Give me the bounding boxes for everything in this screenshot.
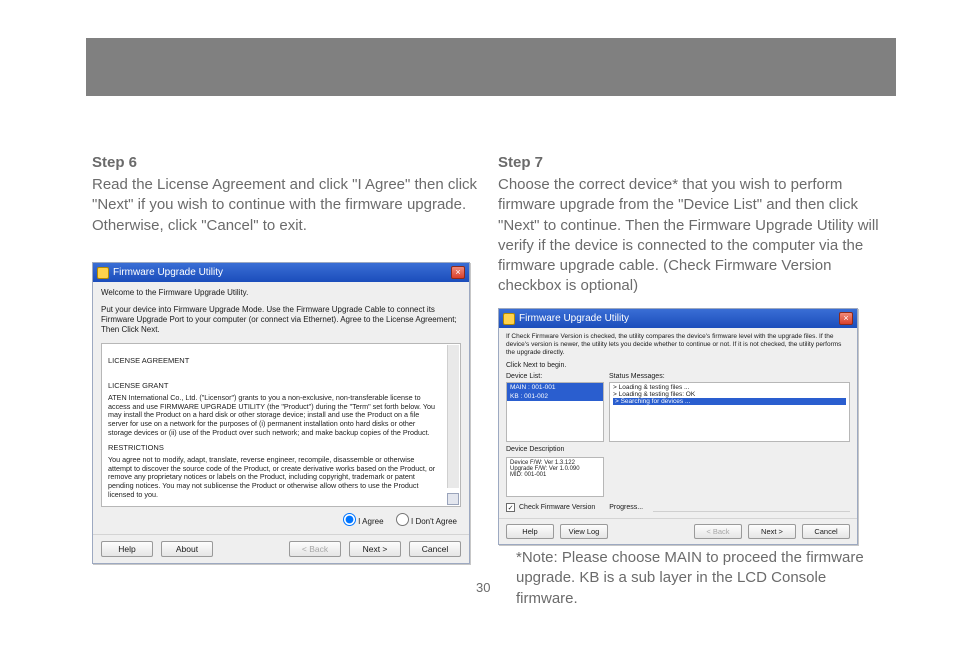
back-button: < Back <box>289 541 341 557</box>
app-icon <box>97 267 109 279</box>
step7-heading: Step 7 <box>498 154 898 171</box>
dialog1-button-row: Help About < Back Next > Cancel <box>93 534 469 563</box>
next-button[interactable]: Next > <box>748 524 796 539</box>
left-column: Step 6 Read the License Agreement and cl… <box>92 154 492 236</box>
page-header-bar <box>86 38 896 96</box>
license-grant-text: ATEN International Co., Ltd. ("Licensor"… <box>108 394 454 437</box>
page-number: 30 <box>476 580 490 595</box>
cancel-button[interactable]: Cancel <box>409 541 461 557</box>
dialog1-titlebar: Firmware Upgrade Utility × <box>93 263 469 282</box>
step7-paragraph: Choose the correct device* that you wish… <box>498 175 898 297</box>
scroll-down-icon[interactable] <box>447 493 459 505</box>
license-textbox[interactable]: LICENSE AGREEMENT LICENSE GRANT ATEN Int… <box>101 343 461 507</box>
firmware-upgrade-dialog-devices: Firmware Upgrade Utility × If Check Firm… <box>498 308 858 545</box>
step7-note: *Note: Please choose MAIN to proceed the… <box>516 548 876 609</box>
back-button: < Back <box>694 524 742 539</box>
device-item-kb[interactable]: KB : 001-002 <box>507 392 603 401</box>
radio-i-agree[interactable]: I Agree <box>343 517 384 526</box>
right-column: Step 7 Choose the correct device* that y… <box>498 154 898 297</box>
help-button[interactable]: Help <box>101 541 153 557</box>
step6-heading: Step 6 <box>92 154 492 171</box>
device-item-main[interactable]: MAIN : 001-001 <box>507 383 603 392</box>
view-log-button[interactable]: View Log <box>560 524 608 539</box>
scrollbar-track[interactable] <box>447 345 459 488</box>
check-firmware-checkbox[interactable]: ✓ <box>506 503 515 512</box>
cancel-button[interactable]: Cancel <box>802 524 850 539</box>
status-messages-label: Status Messages: <box>609 373 850 380</box>
about-button[interactable]: About <box>161 541 213 557</box>
welcome-text: Welcome to the Firmware Upgrade Utility. <box>101 288 461 297</box>
progress-bar <box>653 511 850 512</box>
status-line-1: > Loading & testing files ... <box>613 384 846 391</box>
license-heading-grant: LICENSE GRANT <box>108 381 454 390</box>
license-restrictions-text: You agree not to modify, adapt, translat… <box>108 456 454 499</box>
progress-label: Progress... <box>609 504 643 511</box>
close-icon[interactable]: × <box>839 312 853 325</box>
firmware-upgrade-dialog-license: Firmware Upgrade Utility × Welcome to th… <box>92 262 470 564</box>
app-icon <box>503 313 515 325</box>
dialog2-button-row: Help View Log < Back Next > Cancel <box>499 518 857 544</box>
dialog2-title: Firmware Upgrade Utility <box>519 313 629 324</box>
close-icon[interactable]: × <box>451 266 465 279</box>
dialog2-click-next: Click Next to begin. <box>506 362 850 369</box>
device-description-label: Device Description <box>506 446 604 453</box>
instruction-text: Put your device into Firmware Upgrade Mo… <box>101 305 461 335</box>
dialog1-title: Firmware Upgrade Utility <box>113 267 223 278</box>
radio-i-dont-agree[interactable]: I Don't Agree <box>396 517 457 526</box>
desc-mid: MID: 001-001 <box>510 472 600 478</box>
license-heading-agreement: LICENSE AGREEMENT <box>108 356 454 365</box>
status-line-3: > Searching for devices ... <box>613 398 846 405</box>
help-button[interactable]: Help <box>506 524 554 539</box>
check-firmware-label: Check Firmware Version <box>519 504 595 511</box>
next-button[interactable]: Next > <box>349 541 401 557</box>
device-listbox[interactable]: MAIN : 001-001 KB : 001-002 <box>506 382 604 442</box>
dialog2-titlebar: Firmware Upgrade Utility × <box>499 309 857 328</box>
agree-radio-group: I Agree I Don't Agree <box>101 513 457 526</box>
status-messages-box[interactable]: > Loading & testing files ... > Loading … <box>609 382 850 442</box>
status-line-2: > Loading & testing files: OK <box>613 391 846 398</box>
device-list-label: Device List: <box>506 373 604 380</box>
device-description-box: Device F/W: Ver 1.3.122 Upgrade F/W: Ver… <box>506 457 604 497</box>
step6-paragraph: Read the License Agreement and click "I … <box>92 175 492 236</box>
license-heading-restrictions: RESTRICTIONS <box>108 443 454 452</box>
dialog2-description: If Check Firmware Version is checked, th… <box>506 333 850 356</box>
